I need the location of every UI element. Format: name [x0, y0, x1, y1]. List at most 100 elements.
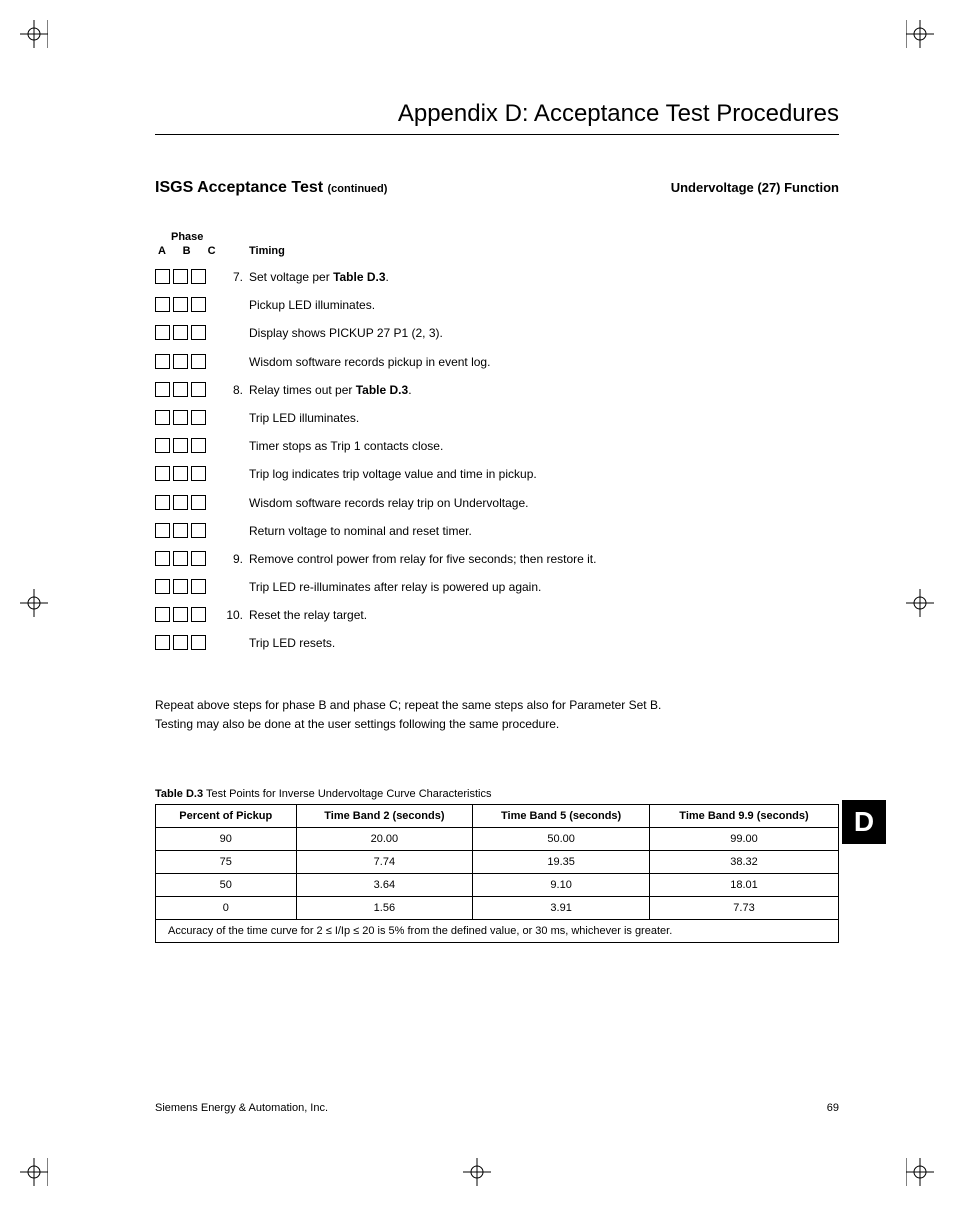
checkbox[interactable]	[173, 382, 188, 397]
checkbox[interactable]	[155, 551, 170, 566]
table-cell: 90	[156, 828, 297, 851]
table-cell: 99.00	[649, 828, 838, 851]
crop-mark-icon	[20, 1158, 48, 1186]
data-table: Percent of PickupTime Band 2 (seconds)Ti…	[155, 804, 839, 943]
table-header: Time Band 9.9 (seconds)	[649, 805, 838, 828]
checkbox[interactable]	[191, 354, 206, 369]
table-row: 9020.0050.0099.00	[156, 828, 839, 851]
step-text: Pickup LED illuminates.	[249, 297, 839, 313]
checkbox[interactable]	[173, 410, 188, 425]
checkbox[interactable]	[191, 523, 206, 538]
crop-mark-icon	[463, 1158, 491, 1186]
checkbox[interactable]	[155, 523, 170, 538]
step-text: Relay times out per Table D.3.	[249, 382, 839, 398]
checkbox[interactable]	[173, 466, 188, 481]
crop-mark-icon	[906, 589, 934, 617]
step-text: Display shows PICKUP 27 P1 (2, 3).	[249, 325, 839, 341]
table-cell: 50.00	[473, 828, 650, 851]
checkbox[interactable]	[191, 269, 206, 284]
step-text: Trip log indicates trip voltage value an…	[249, 466, 839, 482]
checkbox[interactable]	[191, 297, 206, 312]
checkbox[interactable]	[191, 382, 206, 397]
step-number: 10.	[223, 607, 249, 623]
step-text: Timer stops as Trip 1 contacts close.	[249, 438, 839, 454]
table-header: Time Band 5 (seconds)	[473, 805, 650, 828]
checkbox[interactable]	[173, 297, 188, 312]
checkbox[interactable]	[173, 438, 188, 453]
checkbox[interactable]	[155, 495, 170, 510]
checkbox[interactable]	[155, 269, 170, 284]
step-row: 7.Set voltage per Table D.3.	[155, 269, 839, 285]
step-text: Reset the relay target.	[249, 607, 839, 623]
checkbox[interactable]	[191, 495, 206, 510]
function-title: Undervoltage (27) Function	[671, 180, 839, 195]
appendix-title: Appendix D: Acceptance Test Procedures	[155, 100, 839, 135]
table-cell: 20.00	[296, 828, 473, 851]
step-number: 8.	[223, 382, 249, 398]
step-row: Wisdom software records relay trip on Un…	[155, 495, 839, 511]
checkbox[interactable]	[173, 579, 188, 594]
table-cell: 7.73	[649, 897, 838, 920]
checkbox[interactable]	[173, 635, 188, 650]
step-text: Trip LED re-illuminates after relay is p…	[249, 579, 839, 595]
checkbox[interactable]	[191, 466, 206, 481]
step-row: Wisdom software records pickup in event …	[155, 354, 839, 370]
appendix-tab: D	[842, 800, 886, 844]
checkbox[interactable]	[191, 410, 206, 425]
checkbox[interactable]	[155, 438, 170, 453]
table-header: Percent of Pickup	[156, 805, 297, 828]
crop-mark-icon	[20, 589, 48, 617]
step-row: 8.Relay times out per Table D.3.	[155, 382, 839, 398]
phase-abc: A B C	[155, 245, 223, 257]
table-cell: 9.10	[473, 874, 650, 897]
table-row: 503.649.1018.01	[156, 874, 839, 897]
step-row: Timer stops as Trip 1 contacts close.	[155, 438, 839, 454]
checkbox[interactable]	[155, 579, 170, 594]
step-text: Wisdom software records pickup in event …	[249, 354, 839, 370]
checkbox[interactable]	[173, 269, 188, 284]
step-row: Trip LED illuminates.	[155, 410, 839, 426]
checkbox[interactable]	[155, 635, 170, 650]
checkbox[interactable]	[155, 297, 170, 312]
step-row: Pickup LED illuminates.	[155, 297, 839, 313]
checkbox[interactable]	[155, 325, 170, 340]
checkbox[interactable]	[191, 635, 206, 650]
table-cell: 1.56	[296, 897, 473, 920]
step-text: Trip LED illuminates.	[249, 410, 839, 426]
step-row: Trip LED re-illuminates after relay is p…	[155, 579, 839, 595]
checkbox[interactable]	[173, 523, 188, 538]
step-text: Set voltage per Table D.3.	[249, 269, 839, 285]
checkbox[interactable]	[155, 466, 170, 481]
page-number: 69	[827, 1102, 839, 1114]
step-row: Display shows PICKUP 27 P1 (2, 3).	[155, 325, 839, 341]
checkbox[interactable]	[155, 354, 170, 369]
checkbox[interactable]	[155, 382, 170, 397]
table-header: Time Band 2 (seconds)	[296, 805, 473, 828]
checkbox[interactable]	[173, 354, 188, 369]
checkbox[interactable]	[173, 551, 188, 566]
table-cell: 3.64	[296, 874, 473, 897]
accuracy-note: Accuracy of the time curve for 2 ≤ I/Ip …	[156, 920, 839, 943]
step-row: Return voltage to nominal and reset time…	[155, 523, 839, 539]
checkbox[interactable]	[155, 607, 170, 622]
checkbox[interactable]	[191, 551, 206, 566]
checkbox[interactable]	[191, 325, 206, 340]
checkbox[interactable]	[191, 607, 206, 622]
step-text: Trip LED resets.	[249, 635, 839, 651]
step-text: Wisdom software records relay trip on Un…	[249, 495, 839, 511]
checkbox[interactable]	[173, 325, 188, 340]
checkbox[interactable]	[155, 410, 170, 425]
crop-mark-icon	[906, 1158, 934, 1186]
checkbox[interactable]	[173, 607, 188, 622]
table-cell: 3.91	[473, 897, 650, 920]
table-cell: 0	[156, 897, 297, 920]
crop-mark-icon	[906, 20, 934, 48]
table-cell: 19.35	[473, 851, 650, 874]
checkbox[interactable]	[191, 438, 206, 453]
table-cell: 38.32	[649, 851, 838, 874]
checkbox[interactable]	[191, 579, 206, 594]
table-cell: 18.01	[649, 874, 838, 897]
step-row: 9.Remove control power from relay for fi…	[155, 551, 839, 567]
checkbox[interactable]	[173, 495, 188, 510]
timing-label: Timing	[249, 245, 285, 257]
